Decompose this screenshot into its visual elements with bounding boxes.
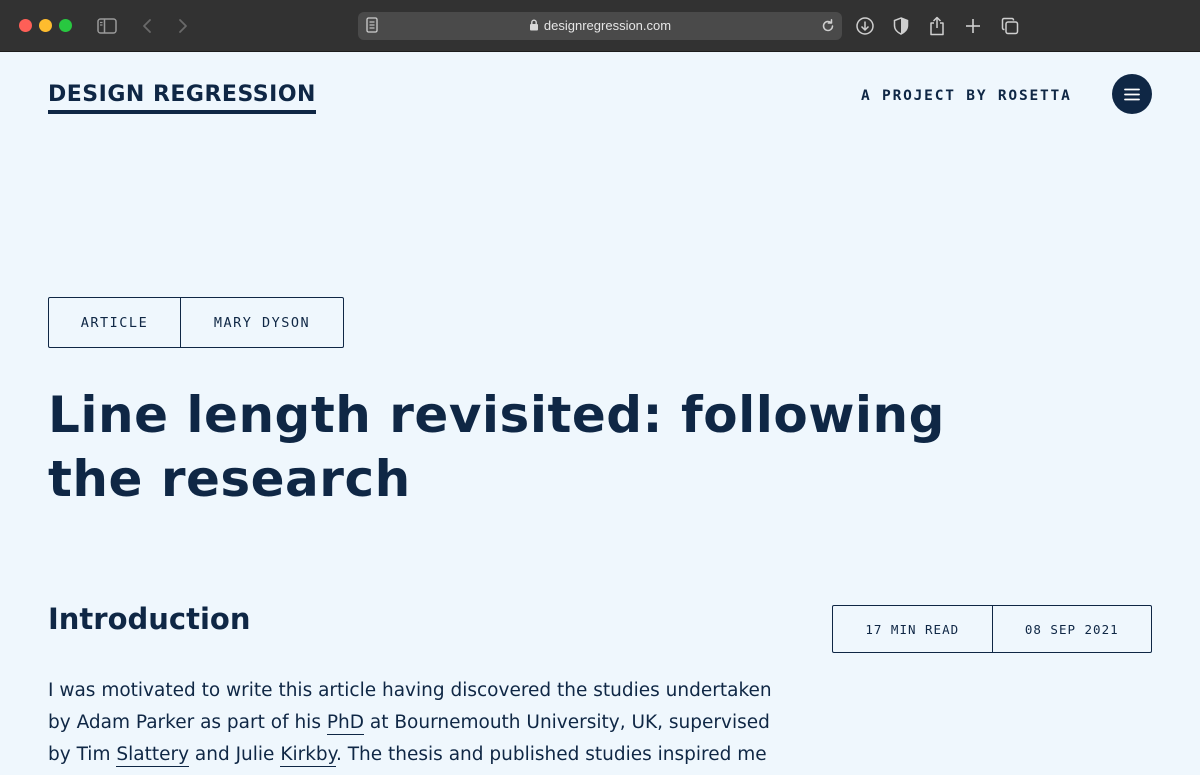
shield-icon[interactable]	[890, 14, 912, 38]
body-text-segment: at Bournemouth University, UK, supervise…	[364, 712, 770, 733]
hamburger-icon	[1124, 88, 1140, 100]
close-window-button[interactable]	[19, 19, 32, 32]
body-line: by Adam Parker as part of his PhD at Bou…	[48, 707, 788, 739]
project-credit-link[interactable]: A PROJECT BY ROSETTA	[861, 88, 1072, 104]
tag-article-type[interactable]: ARTICLE	[49, 298, 181, 347]
menu-button[interactable]	[1112, 74, 1152, 114]
body-text-segment: . The thesis and published studies inspi…	[335, 744, 767, 765]
reload-icon[interactable]	[820, 18, 836, 39]
address-bar[interactable]: designregression.com	[358, 12, 842, 40]
body-line: I was motivated to write this article ha…	[48, 675, 788, 707]
publish-date: 08 SEP 2021	[1024, 621, 1119, 637]
share-icon[interactable]	[926, 14, 948, 38]
phd-link[interactable]: PhD	[326, 712, 364, 735]
url-text: designregression.com	[543, 18, 672, 33]
new-tab-icon[interactable]	[962, 14, 984, 38]
body-line: by Tim Slattery and Julie Kirkby. The th…	[48, 739, 788, 771]
body-text-segment: by Adam Parker as part of his	[48, 712, 327, 733]
lock-icon	[529, 19, 539, 34]
body-text-segment: and Julie	[189, 744, 281, 765]
browser-toolbar: designregression.com	[0, 0, 1200, 52]
zoom-window-button[interactable]	[59, 19, 72, 32]
page-content: DESIGN REGRESSION A PROJECT BY ROSETTA A…	[0, 53, 1200, 775]
tag-author[interactable]: MARY DYSON	[181, 298, 343, 347]
download-icon[interactable]	[854, 14, 876, 38]
section-heading: Introduction	[48, 602, 251, 636]
back-icon[interactable]	[139, 14, 155, 38]
minimize-window-button[interactable]	[39, 19, 52, 32]
forward-icon[interactable]	[175, 14, 191, 38]
body-text-segment: I was motivated to write this article ha…	[48, 680, 772, 701]
article-body: I was motivated to write this article ha…	[48, 675, 788, 771]
sidebar-icon[interactable]	[96, 14, 118, 38]
slattery-link[interactable]: Slattery	[116, 744, 190, 767]
article-meta: 17 MIN READ 08 SEP 2021	[832, 605, 1152, 653]
tabs-icon[interactable]	[999, 14, 1021, 38]
article-tags: ARTICLE MARY DYSON	[48, 297, 344, 348]
body-text-segment: by Tim	[48, 744, 117, 765]
kirkby-link[interactable]: Kirkby	[280, 744, 336, 767]
article-title: Line length revisited: following the res…	[48, 386, 945, 508]
site-logo[interactable]: DESIGN REGRESSION	[48, 82, 316, 114]
url-text-container: designregression.com	[358, 18, 842, 34]
read-time: 17 MIN READ	[833, 606, 993, 652]
